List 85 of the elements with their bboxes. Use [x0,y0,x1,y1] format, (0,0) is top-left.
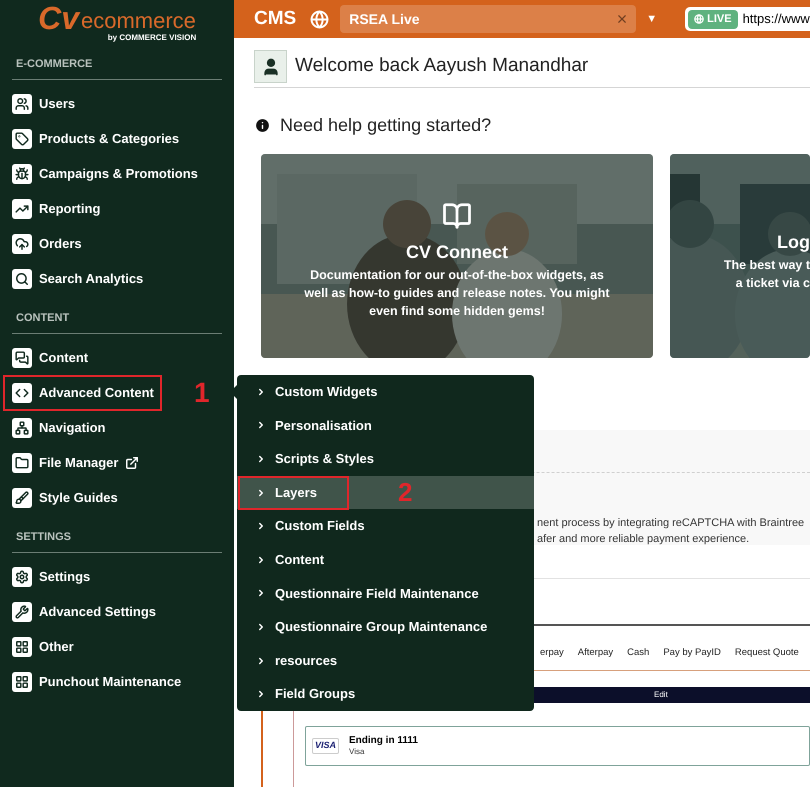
chat-icon [12,348,32,368]
brush-icon [12,488,32,508]
flyout-item[interactable]: Custom Widgets [237,375,534,409]
welcome-title: Welcome back Aayush Manandhar [295,54,588,78]
card-title: CV Connect [406,241,508,264]
sidebar-item[interactable]: Products & Categories [5,122,186,154]
card-type: Visa [349,746,366,757]
live-badge: LIVE [688,10,738,28]
card-description: Documentation for our out-of-the-box widgets, as well as how-to guides and release notes. You might even find some hidden gems! [303,267,611,320]
chevron-icon [256,420,266,430]
chevron-icon [256,622,266,632]
sidebar-item[interactable]: Punchout Maintenance [5,666,188,698]
section-heading: E-COMMERCE [16,57,92,72]
grid-icon [12,636,32,656]
tools-icon [12,602,32,622]
sidebar-item[interactable]: Users [5,88,82,120]
flyout-item[interactable]: resources [237,644,534,678]
chevron-icon [256,588,266,598]
visa-logo: VISA [312,738,340,754]
sidebar-item[interactable]: Content [5,342,94,374]
sidebar-item[interactable]: Style Guides [5,482,124,514]
flyout-item[interactable]: Custom Fields [237,509,534,543]
card-title: Log [777,231,810,254]
tag-icon [12,128,32,148]
settings-icon [12,566,32,586]
flyout-item[interactable]: Questionnaire Group Maintenance [237,610,534,644]
section-heading: SETTINGS [16,530,72,546]
info-icon [254,117,271,134]
panel-text: afer and more reliable payment experience. [537,532,750,547]
caret-icon[interactable]: ▼ [646,10,658,28]
sidebar-item[interactable]: File Manager [5,446,146,478]
sidebar-item[interactable]: Advanced Content [5,376,160,408]
logo-word: ecommerce [80,10,196,34]
search-icon [12,268,32,288]
bug-icon [12,164,32,184]
sidebar-item[interactable]: Campaigns & Promotions [5,158,204,190]
users-icon [12,94,32,114]
globe-icon [310,10,330,28]
sidebar-item[interactable]: Search Analytics [5,262,150,294]
book-icon [442,201,472,231]
card-number: Ending in 1111 [349,735,418,746]
annotation-number: 2 [398,476,412,510]
user-icon [254,50,287,83]
chevron-icon [256,656,266,666]
grid-icon [12,672,32,692]
logo-mark: Cv [38,2,79,34]
app-title: CMS [254,6,296,31]
payment-tab[interactable]: Pay by PayID [663,646,721,660]
payment-tab[interactable]: Afterpay [578,646,614,660]
card-description: The best way t [724,257,810,274]
sidebar-item[interactable]: Other [5,630,80,662]
flyout-item[interactable]: Scripts & Styles [237,442,534,476]
sidebar-item[interactable]: Navigation [5,412,112,444]
help-card[interactable]: CV Connect Documentation for our out-of-the-box widgets, as well as how-to guides and release notes. You might even find some hidden gems! [261,154,653,358]
help-heading: Need help getting started? [280,114,492,137]
chevron-icon [256,386,266,397]
annotation-number: 1 [194,376,210,410]
saved-card[interactable]: VISA Ending in 1111 Visa [305,726,810,766]
payment-tab[interactable]: erpay [540,646,564,660]
panel-text: nent process by integrating reCAPTCHA with Braintree [537,516,806,531]
section-heading: CONTENT [16,311,70,326]
code-icon [12,382,32,402]
chevron-icon [256,554,266,565]
flyout-item[interactable]: Questionnaire Field Maintenance [237,576,534,610]
card-description: a ticket via c [736,275,810,292]
folder-icon [12,452,32,472]
sidebar-item[interactable]: Advanced Settings [5,596,162,628]
chevron-icon [256,521,266,532]
logo-tagline: by COMMERCE VISION [108,34,196,42]
chevron-icon [256,689,266,700]
flyout-item[interactable]: Personalisation [237,408,534,442]
sidebar-item[interactable]: Settings [5,560,96,592]
payment-tab[interactable]: Cash [627,646,650,660]
trend-icon [12,198,32,218]
payment-tab[interactable]: Request Quote [734,646,799,660]
chevron-icon [256,454,266,464]
sidebar-item[interactable]: Reporting [5,192,106,224]
flyout-item[interactable]: Layers 2 [237,476,534,510]
sitemap-icon [12,418,32,438]
flyout-item[interactable]: Content [237,542,534,577]
sidebar-item[interactable]: Orders [5,228,88,260]
chevron-icon [256,488,266,498]
url-field[interactable]: LIVE https://www [685,7,810,31]
help-card[interactable]: Log The best way t a ticket via c [670,154,810,358]
cloud-icon [12,234,32,254]
